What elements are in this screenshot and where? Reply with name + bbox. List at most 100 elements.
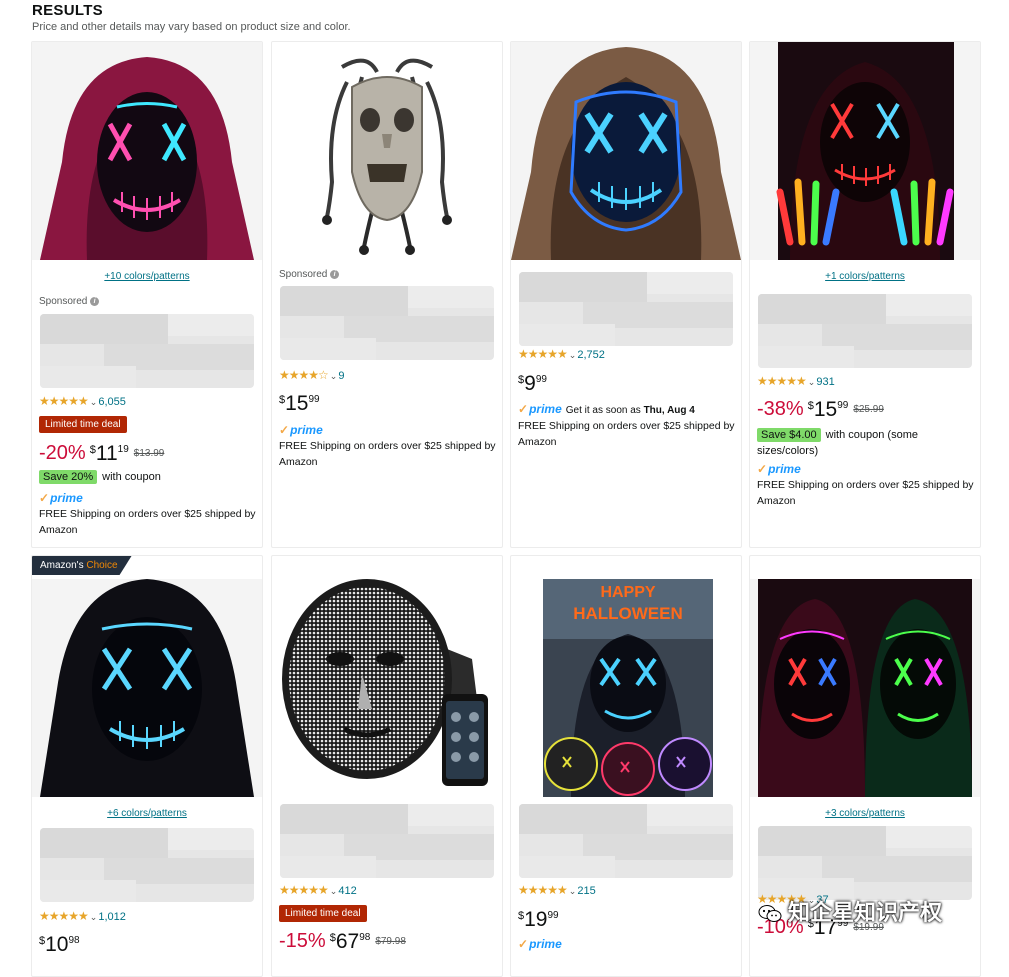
prime-badge: ✓prime [518, 937, 562, 951]
price-currency: $ [518, 910, 525, 922]
was-price: $13.99 [133, 448, 165, 459]
product-card[interactable]: ★★★★★ ⌄2,752 $999 ✓prime Get it as soon as… [510, 41, 742, 548]
product-card[interactable]: +1 colors/patterns ★★★★★ ⌄931 -38% $1599 $2… [749, 41, 981, 548]
product-image[interactable] [32, 42, 262, 260]
product-image[interactable]: HAPPY HALLOWEEN [511, 579, 741, 797]
chevron-down-icon[interactable]: ⌄ [330, 886, 338, 896]
rating-count[interactable]: 6,055 [98, 396, 126, 408]
results-header: RESULTS Price and other details may vary… [32, 2, 351, 33]
rating-count[interactable]: 2,752 [577, 349, 605, 361]
product-image[interactable] [750, 42, 980, 260]
sponsored-label: Sponsored i [39, 296, 100, 307]
blurred-product-title [758, 294, 972, 368]
price-currency: $ [89, 444, 96, 456]
rating-count[interactable]: 412 [338, 885, 356, 897]
sponsored-text: Sponsored [39, 296, 88, 307]
chevron-down-icon[interactable]: ⌄ [569, 886, 577, 896]
chevron-down-icon[interactable]: ⌄ [90, 912, 98, 922]
badge-prefix: Amazon's [40, 560, 84, 571]
product-card[interactable]: Sponsored i ★★★★☆ ⌄9 $1599 ✓prime FREE Sh… [271, 41, 503, 548]
rating-stars: ★★★★★ [279, 883, 329, 897]
rating-count[interactable]: 9 [338, 370, 344, 382]
product-rating[interactable]: ★★★★☆ ⌄9 [279, 368, 344, 382]
product-rating[interactable]: ★★★★★ ⌄412 [279, 883, 357, 897]
badge-choice: Choice [86, 560, 118, 571]
price-row[interactable]: $999 [518, 372, 547, 396]
info-icon[interactable]: i [90, 296, 100, 306]
price-fraction: 99 [837, 400, 849, 411]
price-whole: 19 [524, 908, 548, 931]
product-rating[interactable]: ★★★★★ ⌄1,012 [39, 909, 126, 923]
discount-percent: -20% [39, 442, 86, 464]
blurred-product-title [280, 804, 494, 878]
price-whole: 15 [813, 398, 838, 421]
colors-patterns-link[interactable]: +10 colors/patterns [32, 271, 262, 282]
colors-patterns-link[interactable]: +6 colors/patterns [32, 808, 262, 819]
prime-check-icon: ✓ [518, 402, 529, 416]
prime-check-icon: ✓ [279, 423, 290, 437]
product-card[interactable]: ★★★★★ ⌄412 Limited time deal -15% $6798 $79… [271, 555, 503, 977]
rating-stars: ★★★★☆ [279, 368, 329, 382]
rating-count[interactable]: 215 [577, 885, 595, 897]
product-image[interactable] [272, 42, 502, 260]
rating-count[interactable]: 1,012 [98, 911, 126, 923]
price-row[interactable]: $1098 [39, 933, 80, 957]
price-row[interactable]: -20% $1119 $13.99 [39, 442, 164, 466]
price-row[interactable]: $1999 [518, 908, 559, 932]
chevron-down-icon[interactable]: ⌄ [90, 397, 98, 407]
product-rating[interactable]: ★★★★★ ⌄215 [518, 883, 596, 897]
product-rating[interactable]: ★★★★★ ⌄931 [757, 374, 835, 388]
chevron-down-icon[interactable]: ⌄ [808, 377, 816, 387]
price-fraction: 98 [68, 935, 80, 946]
colors-patterns-link[interactable]: +3 colors/patterns [750, 808, 980, 819]
chevron-down-icon[interactable]: ⌄ [330, 371, 338, 381]
rating-stars: ★★★★★ [39, 909, 89, 923]
prime-badge: ✓prime [279, 423, 323, 437]
shipping-text: FREE Shipping on orders over $25 shipped… [757, 479, 974, 507]
rating-stars: ★★★★★ [518, 347, 568, 361]
coupon-tag: Save $4.00 [757, 428, 821, 442]
rating-stars: ★★★★★ [518, 883, 568, 897]
limited-deal-badge: Limited time deal [279, 905, 367, 922]
svg-text:HAPPY: HAPPY [600, 584, 655, 601]
product-image[interactable] [32, 579, 262, 797]
chevron-down-icon[interactable]: ⌄ [569, 350, 577, 360]
limited-deal-badge: Limited time deal [39, 416, 127, 433]
product-image[interactable] [511, 42, 741, 260]
blurred-product-title [40, 828, 254, 902]
sponsored-text: Sponsored [279, 269, 328, 280]
product-image[interactable] [272, 579, 502, 797]
price-row[interactable]: -38% $1599 $25.99 [757, 398, 884, 422]
shipping-text: FREE Shipping on orders over $25 shipped… [518, 420, 735, 448]
product-rating[interactable]: ★★★★★ ⌄6,055 [39, 394, 126, 408]
coupon-row[interactable]: Save $4.00 with coupon (some sizes/colors… [757, 427, 973, 459]
product-card[interactable]: +10 colors/patterns Sponsored i ★★★★★ ⌄6,… [31, 41, 263, 548]
colors-patterns-link[interactable]: +1 colors/patterns [750, 271, 980, 282]
was-price: $79.98 [375, 936, 406, 947]
discount-percent: -38% [757, 398, 804, 420]
product-card[interactable]: HAPPY HALLOWEEN ★★★★★ ⌄215 $1999 ✓prime [510, 555, 742, 977]
price-row[interactable]: -15% $6798 $79.98 [279, 930, 406, 954]
price-whole: 9 [524, 372, 536, 395]
product-rating[interactable]: ★★★★★ ⌄2,752 [518, 347, 605, 361]
prime-label: prime [290, 423, 323, 437]
price-row[interactable]: $1599 [279, 392, 320, 416]
rating-count[interactable]: 931 [816, 376, 834, 388]
price-whole: 15 [285, 392, 309, 415]
price-whole: 10 [45, 933, 69, 956]
results-subtitle: Price and other details may vary based o… [32, 21, 351, 33]
product-card[interactable]: Amazon's Choice +6 colors/patterns ★★★★★… [31, 555, 263, 977]
rating-stars: ★★★★★ [39, 394, 89, 408]
prime-badge: ✓prime [757, 462, 801, 476]
price-currency: $ [329, 932, 336, 944]
product-image[interactable] [750, 579, 980, 797]
coupon-tag: Save 20% [39, 470, 98, 484]
price-currency: $ [39, 935, 46, 947]
prime-check-icon: ✓ [518, 937, 529, 951]
watermark-text: 知企星知识产权 [788, 900, 943, 925]
info-icon[interactable]: i [330, 269, 340, 279]
shipping-text: FREE Shipping on orders over $25 shipped… [279, 440, 496, 468]
price-currency: $ [807, 400, 814, 412]
delivery-estimate: Get it as soon as Thu, Aug 4 [566, 405, 695, 416]
coupon-row[interactable]: Save 20% with coupon [39, 470, 161, 484]
